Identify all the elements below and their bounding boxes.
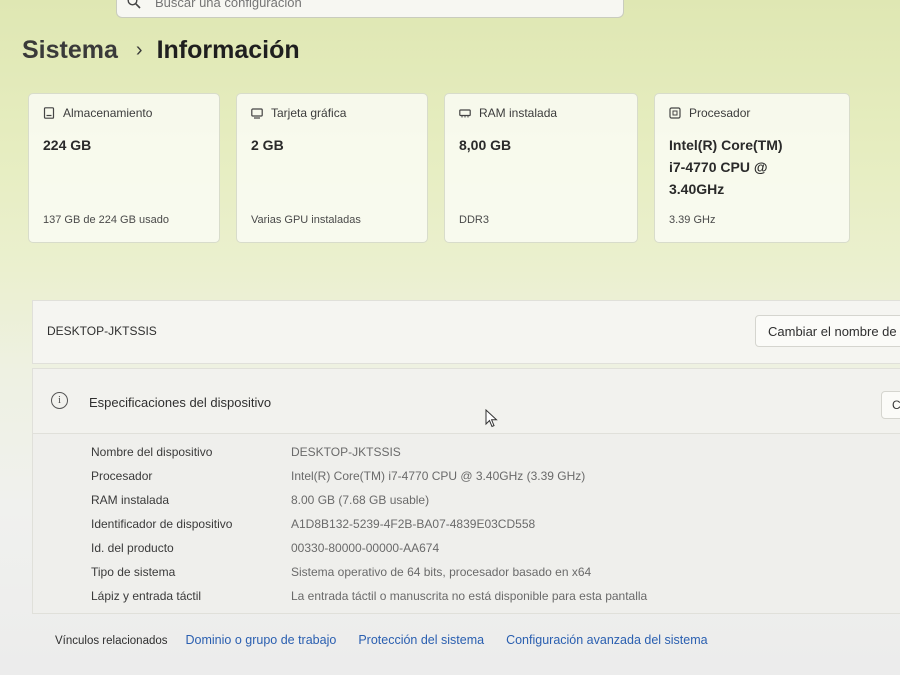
processor-label: Procesador bbox=[689, 106, 751, 120]
domain-workgroup-link[interactable]: Dominio o grupo de trabajo bbox=[186, 633, 337, 647]
ram-value: 8,00 GB bbox=[459, 137, 512, 153]
device-specs-header[interactable]: i Especificaciones del dispositivo C bbox=[32, 368, 900, 434]
storage-value: 224 GB bbox=[43, 137, 92, 153]
breadcrumb-parent[interactable]: Sistema bbox=[22, 36, 118, 65]
processor-value: Intel(R) Core(TM) i7-4770 CPU @ 3.40GHz bbox=[669, 134, 835, 200]
gpu-icon bbox=[251, 108, 263, 119]
advanced-system-settings-link[interactable]: Configuración avanzada del sistema bbox=[506, 633, 708, 647]
storage-card: Almacenamiento 224 GB 137 GB de 224 GB u… bbox=[28, 93, 220, 243]
breadcrumb: Sistema › Información bbox=[22, 36, 300, 65]
spec-key: Nombre del dispositivo bbox=[91, 445, 213, 459]
spec-key: Tipo de sistema bbox=[91, 565, 176, 579]
spec-key: Lápiz y entrada táctil bbox=[91, 589, 202, 603]
spec-row: Procesador Intel(R) Core(TM) i7-4770 CPU… bbox=[91, 469, 585, 483]
gpu-card: Tarjeta gráfica 2 GB Varias GPU instalad… bbox=[236, 93, 428, 243]
gpu-label: Tarjeta gráfica bbox=[271, 106, 347, 120]
mouse-cursor-icon bbox=[485, 409, 498, 428]
spec-row: Identificador de dispositivo A1D8B132-52… bbox=[91, 517, 535, 531]
device-specs-panel: Nombre del dispositivo DESKTOP-JKTSSIS P… bbox=[32, 434, 900, 614]
system-protection-link[interactable]: Protección del sistema bbox=[358, 633, 484, 647]
spec-value: DESKTOP-JKTSSIS bbox=[291, 445, 401, 459]
page-title: Información bbox=[156, 36, 300, 64]
rename-pc-button[interactable]: Cambiar el nombre de bbox=[755, 315, 900, 347]
spec-key: RAM instalada bbox=[91, 493, 170, 507]
storage-icon bbox=[43, 107, 55, 119]
related-links: Vínculos relacionados Dominio o grupo de… bbox=[55, 633, 730, 647]
related-links-label: Vínculos relacionados bbox=[55, 635, 168, 647]
ram-card: RAM instalada 8,00 GB DDR3 bbox=[444, 93, 638, 243]
spec-key: Procesador bbox=[91, 469, 153, 483]
storage-usage: 137 GB de 224 GB usado bbox=[43, 214, 169, 226]
spec-row: Lápiz y entrada táctil La entrada táctil… bbox=[91, 589, 647, 603]
spec-value: 00330-80000-00000-AA674 bbox=[291, 541, 440, 555]
gpu-value: 2 GB bbox=[251, 137, 284, 153]
spec-key: Id. del producto bbox=[91, 541, 174, 555]
search-input[interactable] bbox=[153, 0, 557, 11]
processor-icon bbox=[669, 107, 681, 119]
spec-value: Sistema operativo de 64 bits, procesador… bbox=[291, 565, 592, 579]
processor-value-line: i7-4770 CPU @ bbox=[669, 159, 768, 175]
info-icon: i bbox=[51, 392, 68, 409]
processor-card: Procesador Intel(R) Core(TM) i7-4770 CPU… bbox=[654, 93, 850, 243]
spec-key: Identificador de dispositivo bbox=[91, 517, 233, 531]
spec-row: Nombre del dispositivo DESKTOP-JKTSSIS bbox=[91, 445, 401, 459]
device-specs-title: Especificaciones del dispositivo bbox=[89, 395, 272, 410]
spec-row: RAM instalada 8.00 GB (7.68 GB usable) bbox=[91, 493, 429, 507]
spec-value: La entrada táctil o manuscrita no está d… bbox=[291, 589, 648, 603]
processor-value-line: Intel(R) Core(TM) bbox=[669, 137, 783, 153]
spec-value: 8.00 GB (7.68 GB usable) bbox=[291, 493, 430, 507]
spec-value: A1D8B132-5239-4F2B-BA07-4839E03CD558 bbox=[291, 517, 536, 531]
processor-value-line: 3.40GHz bbox=[669, 181, 725, 197]
spec-value: Intel(R) Core(TM) i7-4770 CPU @ 3.40GHz … bbox=[291, 469, 586, 483]
spec-row: Id. del producto 00330-80000-00000-AA674 bbox=[91, 541, 439, 555]
spec-row: Tipo de sistema Sistema operativo de 64 … bbox=[91, 565, 591, 579]
ram-sub: DDR3 bbox=[459, 214, 489, 226]
copy-button[interactable]: C bbox=[881, 391, 900, 419]
breadcrumb-separator-icon: › bbox=[135, 39, 143, 61]
processor-speed: 3.39 GHz bbox=[669, 214, 716, 226]
ram-label: RAM instalada bbox=[479, 106, 558, 120]
device-name: DESKTOP-JKTSSIS bbox=[47, 324, 157, 338]
device-name-bar: DESKTOP-JKTSSIS Cambiar el nombre de bbox=[32, 300, 900, 364]
gpu-sub: Varias GPU instaladas bbox=[251, 214, 361, 226]
search-icon bbox=[127, 0, 141, 9]
ram-icon bbox=[459, 109, 471, 118]
search-box[interactable] bbox=[116, 0, 624, 18]
storage-label: Almacenamiento bbox=[63, 106, 153, 120]
